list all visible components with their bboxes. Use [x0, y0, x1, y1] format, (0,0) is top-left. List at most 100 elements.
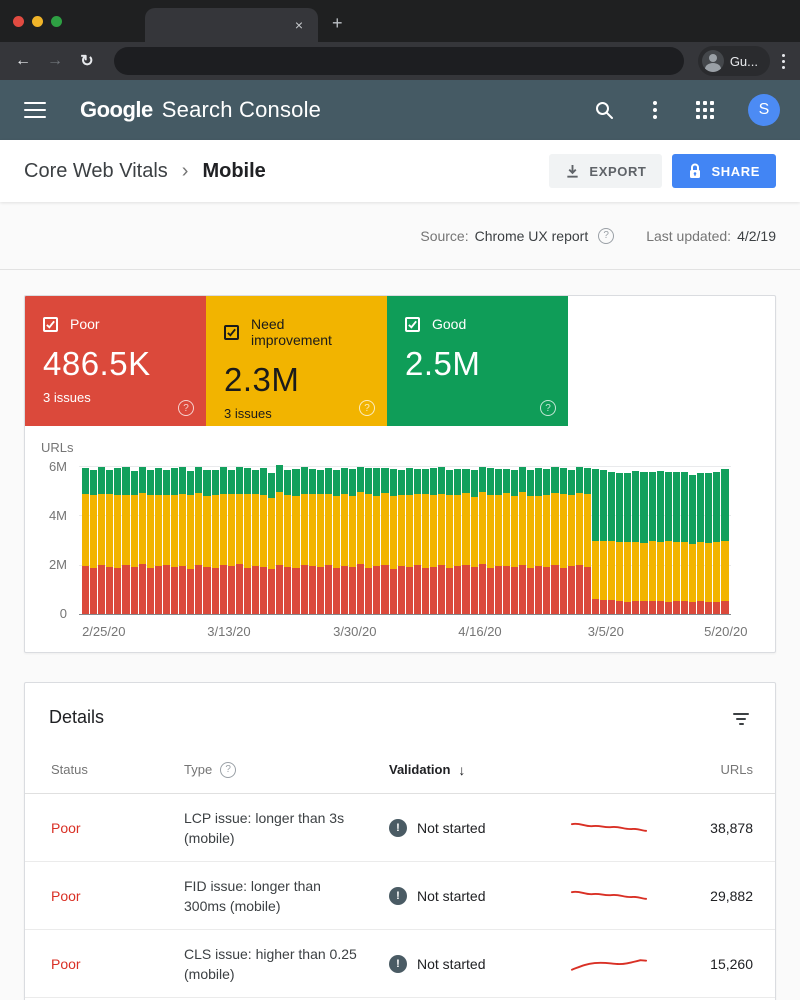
stacked-bar[interactable] [649, 472, 656, 614]
stacked-bar[interactable] [252, 470, 259, 614]
url-bar[interactable] [114, 47, 684, 75]
stacked-bar[interactable] [681, 472, 688, 614]
stacked-bar[interactable] [479, 467, 486, 614]
stacked-bar[interactable] [471, 470, 478, 614]
stacked-bar[interactable] [560, 468, 567, 614]
stacked-bar[interactable] [187, 471, 194, 614]
google-apps-icon[interactable] [696, 101, 714, 119]
stacked-bar[interactable] [163, 470, 170, 614]
stacked-bar[interactable] [212, 470, 219, 614]
stacked-bar[interactable] [260, 468, 267, 614]
stacked-bar[interactable] [568, 470, 575, 614]
stacked-bar[interactable] [333, 470, 340, 614]
stacked-bar[interactable] [600, 470, 607, 614]
stacked-bar[interactable] [503, 469, 510, 614]
account-avatar[interactable]: S [748, 94, 780, 126]
export-button[interactable]: EXPORT [549, 154, 662, 188]
type-help-icon[interactable] [220, 762, 236, 778]
tile-good[interactable]: Good 2.5M [387, 296, 568, 426]
stacked-bar[interactable] [406, 468, 413, 614]
stacked-bar[interactable] [236, 467, 243, 614]
stacked-bar[interactable] [495, 469, 502, 614]
table-row[interactable]: Poor LCP issue: longer than 3s (mobile) … [25, 794, 775, 862]
browser-tab[interactable] [145, 8, 318, 42]
source-help-icon[interactable] [598, 228, 614, 244]
stacked-bar[interactable] [106, 470, 113, 614]
tile-need-improvement[interactable]: Need improvement 2.3M 3 issues [206, 296, 387, 426]
stacked-bar[interactable] [592, 469, 599, 614]
stacked-bar[interactable] [584, 468, 591, 614]
stacked-bar[interactable] [301, 467, 308, 614]
stacked-bar[interactable] [713, 472, 720, 614]
close-window-icon[interactable] [13, 16, 24, 27]
stacked-bar[interactable] [179, 467, 186, 614]
more-options-icon[interactable] [648, 99, 662, 121]
stacked-bar[interactable] [511, 470, 518, 614]
stacked-bar[interactable] [373, 468, 380, 614]
stacked-bar[interactable] [665, 472, 672, 614]
stacked-bar[interactable] [398, 470, 405, 614]
stacked-bar[interactable] [721, 469, 728, 614]
stacked-bar[interactable] [220, 467, 227, 614]
stacked-bar[interactable] [98, 467, 105, 614]
search-icon[interactable] [594, 100, 614, 120]
stacked-bar[interactable] [228, 470, 235, 614]
filter-icon[interactable] [733, 711, 749, 725]
stacked-bar[interactable] [122, 467, 129, 614]
maximize-window-icon[interactable] [51, 16, 62, 27]
stacked-bar[interactable] [657, 471, 664, 614]
new-tab-icon[interactable] [332, 14, 343, 32]
tile-good-help-icon[interactable] [540, 400, 556, 416]
stacked-bar[interactable] [195, 467, 202, 614]
menu-icon[interactable] [24, 102, 46, 118]
stacked-bar[interactable] [430, 468, 437, 614]
app-logo[interactable]: Google Search Console [80, 97, 321, 123]
tile-ni-help-icon[interactable] [359, 400, 375, 416]
stacked-bar[interactable] [147, 470, 154, 614]
stacked-bar[interactable] [381, 468, 388, 614]
stacked-bar[interactable] [446, 470, 453, 614]
stacked-bar[interactable] [535, 468, 542, 614]
table-row[interactable]: Poor CLS issue: higher than 0.25 (mobile… [25, 930, 775, 998]
browser-menu-icon[interactable] [776, 52, 790, 71]
stacked-bar[interactable] [519, 467, 526, 614]
stacked-bar[interactable] [673, 472, 680, 614]
stacked-bar[interactable] [616, 473, 623, 614]
stacked-bar[interactable] [576, 467, 583, 614]
stacked-bar[interactable] [624, 473, 631, 614]
stacked-bar[interactable] [454, 469, 461, 614]
back-icon[interactable] [10, 48, 36, 74]
tile-poor-help-icon[interactable] [178, 400, 194, 416]
stacked-bar[interactable] [705, 473, 712, 614]
stacked-bar[interactable] [422, 469, 429, 615]
stacked-bar[interactable] [244, 468, 251, 614]
stacked-bar[interactable] [82, 468, 89, 614]
browser-profile-button[interactable]: Gu... [698, 46, 770, 76]
stacked-bar[interactable] [414, 469, 421, 614]
tab-close-icon[interactable] [290, 16, 308, 34]
stacked-bar[interactable] [390, 469, 397, 614]
stacked-bar[interactable] [325, 468, 332, 614]
column-validation-sort[interactable]: Validation [389, 762, 559, 778]
stacked-bar[interactable] [341, 468, 348, 614]
stacked-bar[interactable] [640, 472, 647, 614]
poor-checkbox[interactable] [43, 317, 58, 332]
stacked-bar[interactable] [608, 472, 615, 614]
stacked-bar[interactable] [689, 475, 696, 614]
tile-poor[interactable]: Poor 486.5K 3 issues [25, 296, 206, 426]
stacked-bar[interactable] [632, 471, 639, 614]
stacked-bar[interactable] [551, 467, 558, 614]
stacked-bar[interactable] [365, 468, 372, 614]
stacked-bar[interactable] [155, 468, 162, 614]
stacked-bar[interactable] [203, 470, 210, 614]
reload-icon[interactable] [74, 48, 100, 74]
need-improvement-checkbox[interactable] [224, 325, 239, 340]
table-row[interactable]: Poor FID issue: longer than 300ms (mobil… [25, 862, 775, 930]
good-checkbox[interactable] [405, 317, 420, 332]
stacked-bar[interactable] [284, 470, 291, 614]
stacked-bar[interactable] [462, 469, 469, 615]
stacked-bar[interactable] [309, 469, 316, 614]
minimize-window-icon[interactable] [32, 16, 43, 27]
stacked-bar[interactable] [349, 469, 356, 614]
stacked-bar[interactable] [527, 470, 534, 614]
